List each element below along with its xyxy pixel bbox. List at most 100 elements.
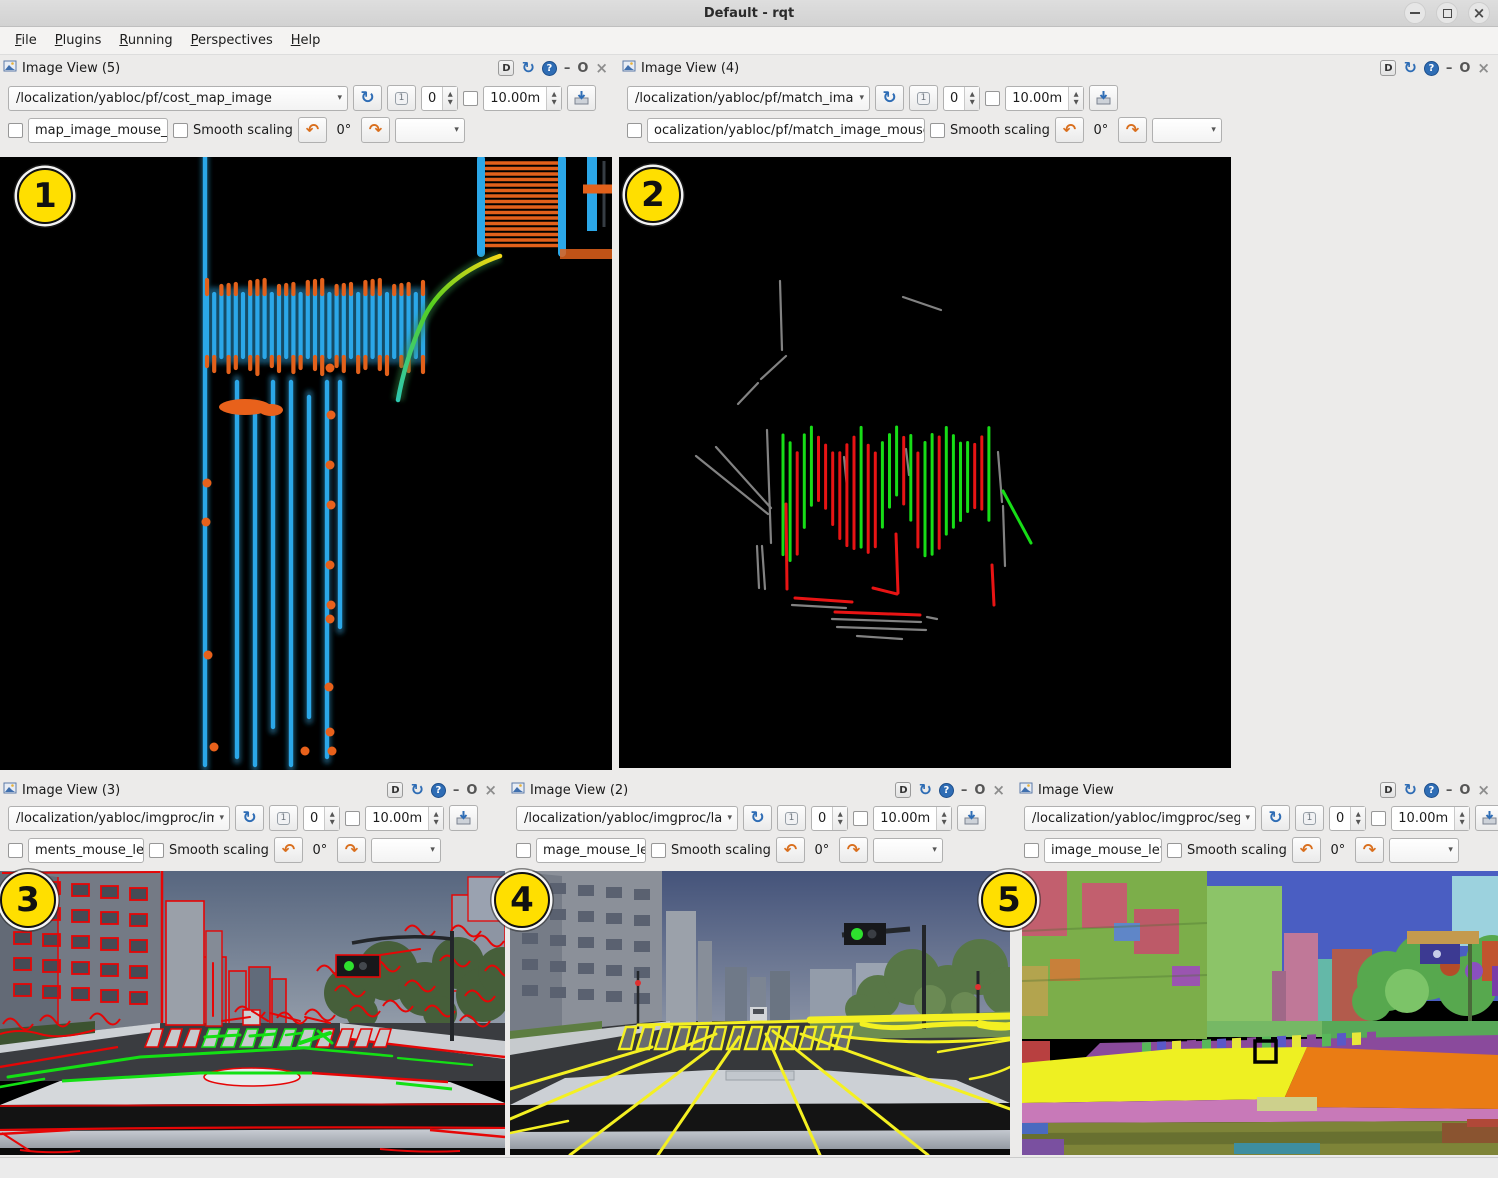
close-panel-button[interactable]: × xyxy=(1477,783,1490,798)
refresh-topics-button[interactable]: ↻ xyxy=(235,805,264,831)
queue-spinbox[interactable]: 0▲▼ xyxy=(303,806,340,831)
reload-plugin-icon[interactable]: ↻ xyxy=(1403,782,1416,798)
refresh-topics-button[interactable]: ↻ xyxy=(353,85,382,111)
queue-spinbox[interactable]: 0▲▼ xyxy=(1329,806,1366,831)
dock-button[interactable]: D xyxy=(1380,782,1396,798)
zoom-spinbox[interactable]: 10.00m▲▼ xyxy=(365,806,444,831)
reload-plugin-icon[interactable]: ↻ xyxy=(1403,60,1416,76)
refresh-topics-button[interactable]: ↻ xyxy=(875,85,904,111)
dock-button[interactable]: D xyxy=(387,782,403,798)
reload-plugin-icon[interactable]: ↻ xyxy=(918,782,931,798)
dynamic-range-checkbox[interactable] xyxy=(985,91,1000,106)
topic-dropdown[interactable]: /localization/yabloc/imgproc/lane▾ xyxy=(516,806,738,831)
lane-image[interactable] xyxy=(510,871,1010,1155)
menu-file[interactable]: File xyxy=(6,30,46,51)
publish-mouse-checkbox[interactable] xyxy=(516,843,531,858)
mouse-topic-field[interactable]: mage_mouse_left xyxy=(536,838,646,863)
spinner-arrows-icon[interactable]: ▲▼ xyxy=(1350,807,1365,830)
mouse-topic-field[interactable]: image_mouse_left xyxy=(1044,838,1162,863)
publish-mouse-checkbox[interactable] xyxy=(627,123,642,138)
panel-titlebar[interactable]: Image View D ↻ ? – O × xyxy=(1016,779,1498,801)
window-minimize-button[interactable] xyxy=(1404,2,1426,24)
publish-mouse-checkbox[interactable] xyxy=(1024,843,1039,858)
float-panel-button[interactable]: O xyxy=(577,62,588,75)
close-panel-button[interactable]: × xyxy=(484,783,497,798)
topic-dropdown[interactable]: /localization/yabloc/imgproc/segmented▾ xyxy=(1024,806,1256,831)
float-panel-button[interactable]: O xyxy=(466,784,477,797)
help-icon[interactable]: ? xyxy=(1424,61,1439,76)
rotation-preset-dropdown[interactable]: ▾ xyxy=(371,838,441,863)
spinner-arrows-icon[interactable]: ▲▼ xyxy=(324,807,339,830)
reload-plugin-icon[interactable]: ↻ xyxy=(521,60,534,76)
topic-dropdown[interactable]: /localization/yabloc/pf/cost_map_image▾ xyxy=(8,86,348,111)
panel-titlebar[interactable]: Image View (4) D ↻ ? – O × xyxy=(619,57,1498,79)
rotate-ccw-button[interactable]: ↶ xyxy=(776,837,805,863)
queue-spinbox[interactable]: 0▲▼ xyxy=(811,806,848,831)
queue-spinbox[interactable]: 0▲▼ xyxy=(421,86,458,111)
cost-map-image[interactable] xyxy=(0,157,612,770)
minimize-panel-button[interactable]: – xyxy=(1446,784,1453,797)
capture-once-button[interactable]: 1 xyxy=(777,805,806,831)
segmented-image[interactable] xyxy=(1022,871,1498,1155)
float-panel-button[interactable]: O xyxy=(974,784,985,797)
smooth-scaling-checkbox[interactable] xyxy=(173,123,188,138)
help-icon[interactable]: ? xyxy=(939,783,954,798)
rotate-ccw-button[interactable]: ↶ xyxy=(274,837,303,863)
smooth-scaling-checkbox[interactable] xyxy=(651,843,666,858)
dynamic-range-checkbox[interactable] xyxy=(463,91,478,106)
rotate-cw-button[interactable]: ↷ xyxy=(1355,837,1384,863)
rotate-ccw-button[interactable]: ↶ xyxy=(1055,117,1084,143)
publish-mouse-checkbox[interactable] xyxy=(8,843,23,858)
minimize-panel-button[interactable]: – xyxy=(564,62,571,75)
menu-plugins[interactable]: Plugins xyxy=(46,30,111,51)
rotate-cw-button[interactable]: ↷ xyxy=(839,837,868,863)
spinner-arrows-icon[interactable]: ▲▼ xyxy=(428,807,443,830)
capture-once-button[interactable]: 1 xyxy=(269,805,298,831)
rotate-ccw-button[interactable]: ↶ xyxy=(1292,837,1321,863)
match-image[interactable] xyxy=(619,157,1231,768)
queue-spinbox[interactable]: 0▲▼ xyxy=(943,86,980,111)
zoom-spinbox[interactable]: 10.00m▲▼ xyxy=(1005,86,1084,111)
menu-running[interactable]: Running xyxy=(110,30,181,51)
dynamic-range-checkbox[interactable] xyxy=(345,811,360,826)
zoom-spinbox[interactable]: 10.00m▲▼ xyxy=(873,806,952,831)
float-panel-button[interactable]: O xyxy=(1459,62,1470,75)
panel-titlebar[interactable]: Image View (5) D ↻ ? – O × xyxy=(0,57,616,79)
spinner-arrows-icon[interactable]: ▲▼ xyxy=(936,807,951,830)
capture-once-button[interactable]: 1 xyxy=(1295,805,1324,831)
rotation-preset-dropdown[interactable]: ▾ xyxy=(1152,118,1222,143)
minimize-panel-button[interactable]: – xyxy=(961,784,968,797)
rotate-cw-button[interactable]: ↷ xyxy=(361,117,390,143)
rotation-preset-dropdown[interactable]: ▾ xyxy=(1389,838,1459,863)
mouse-topic-field[interactable]: ocalization/yabloc/pf/match_image_mouse_… xyxy=(647,118,925,143)
menu-help[interactable]: Help xyxy=(282,30,330,51)
close-panel-button[interactable]: × xyxy=(595,61,608,76)
rotation-preset-dropdown[interactable]: ▾ xyxy=(873,838,943,863)
mouse-topic-field[interactable]: map_image_mouse_left xyxy=(28,118,168,143)
help-icon[interactable]: ? xyxy=(431,783,446,798)
publish-mouse-checkbox[interactable] xyxy=(8,123,23,138)
dynamic-range-checkbox[interactable] xyxy=(1371,811,1386,826)
help-icon[interactable]: ? xyxy=(542,61,557,76)
window-maximize-button[interactable] xyxy=(1436,2,1458,24)
topic-dropdown[interactable]: /localization/yabloc/pf/match_image▾ xyxy=(627,86,870,111)
dock-button[interactable]: D xyxy=(1380,60,1396,76)
save-image-button[interactable] xyxy=(567,85,596,111)
float-panel-button[interactable]: O xyxy=(1459,784,1470,797)
window-close-button[interactable]: × xyxy=(1468,2,1490,24)
save-image-button[interactable] xyxy=(1475,805,1498,831)
smooth-scaling-checkbox[interactable] xyxy=(149,843,164,858)
smooth-scaling-checkbox[interactable] xyxy=(1167,843,1182,858)
spinner-arrows-icon[interactable]: ▲▼ xyxy=(1068,87,1083,110)
save-image-button[interactable] xyxy=(957,805,986,831)
close-panel-button[interactable]: × xyxy=(1477,61,1490,76)
help-icon[interactable]: ? xyxy=(1424,783,1439,798)
save-image-button[interactable] xyxy=(1089,85,1118,111)
refresh-topics-button[interactable]: ↻ xyxy=(1261,805,1290,831)
save-image-button[interactable] xyxy=(449,805,478,831)
minimize-panel-button[interactable]: – xyxy=(453,784,460,797)
close-panel-button[interactable]: × xyxy=(992,783,1005,798)
dock-button[interactable]: D xyxy=(895,782,911,798)
line-segments-image[interactable] xyxy=(0,871,505,1155)
rotate-cw-button[interactable]: ↷ xyxy=(337,837,366,863)
